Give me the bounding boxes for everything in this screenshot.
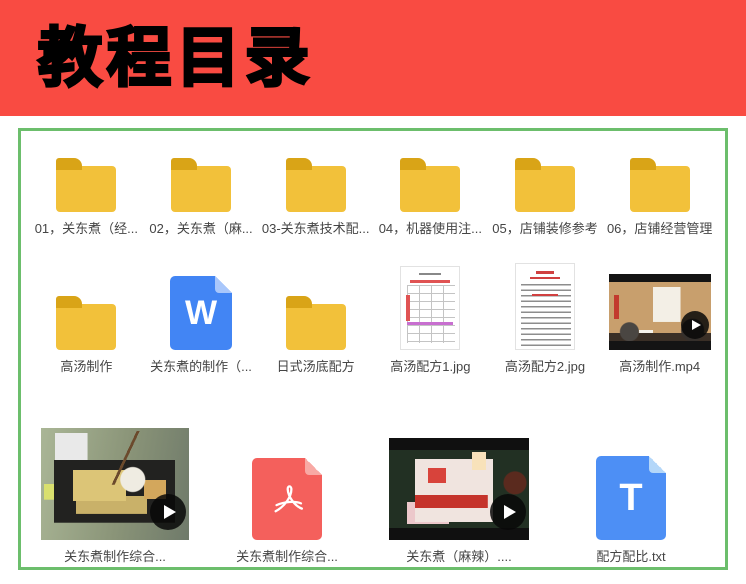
page-fold [215,276,232,293]
file-label: 关东煮制作综合... [236,549,338,565]
file-label: 高汤配方2.jpg [505,359,585,375]
play-triangle [504,505,516,519]
header-banner: 教程目录 [0,0,746,116]
file-item-folder-01[interactable]: 01，关东煮（经... [29,145,144,237]
file-label: 03-关东煮技术配... [262,221,370,237]
file-item-txt-doc[interactable]: T 配方配比.txt [545,405,717,565]
word-letter: W [185,296,217,330]
file-item-folder-gaotang[interactable]: 高汤制作 [29,263,144,375]
file-item-pdf-doc[interactable]: 关东煮制作综合... [201,405,373,565]
file-label: 高汤制作.mp4 [619,359,700,375]
word-file-icon: W [170,276,232,350]
file-label: 05，店铺装修参考 [492,221,597,237]
folder-icon [515,166,575,212]
file-item-folder-04[interactable]: 04，机器使用注... [373,145,488,237]
file-row: 关东煮制作综合... 关东煮制作综合... 关东煮（麻辣）.... T [29,405,717,565]
file-label: 关东煮制作综合... [64,549,166,565]
txt-file-icon: T [596,456,666,540]
page-fold [305,458,322,475]
video-thumbnail [609,274,711,350]
image-thumbnail [400,266,460,350]
play-icon [490,494,526,530]
file-item-jpg-recipe2[interactable]: 高汤配方2.jpg [488,263,603,375]
file-row: 01，关东煮（经... 02，关东煮（麻... 03-关东煮技术配... 04，… [29,145,717,237]
folder-icon [56,166,116,212]
file-label: 高汤配方1.jpg [390,359,470,375]
file-item-video-pan[interactable]: 关东煮制作综合... [29,405,201,565]
file-item-video-soup[interactable]: 高汤制作.mp4 [602,263,717,375]
file-label: 04，机器使用注... [379,221,482,237]
acrobat-logo-icon [266,478,308,520]
file-item-folder-02[interactable]: 02，关东煮（麻... [144,145,259,237]
folder-icon [286,166,346,212]
file-item-folder-05[interactable]: 05，店铺装修参考 [488,145,603,237]
folder-icon [630,166,690,212]
folder-icon [171,166,231,212]
file-label: 关东煮的制作（... [150,359,252,375]
file-label: 配方配比.txt [596,549,665,565]
file-item-folder-06[interactable]: 06，店铺经营管理 [602,145,717,237]
image-thumbnail [515,263,575,350]
file-item-folder-03[interactable]: 03-关东煮技术配... [258,145,373,237]
video-thumbnail [389,438,529,540]
file-row: 高汤制作 W 关东煮的制作（... 日式汤底配方 高汤配方1.jpg 高汤配方2… [29,263,717,375]
file-item-jpg-recipe1[interactable]: 高汤配方1.jpg [373,263,488,375]
folder-icon [286,304,346,350]
page-fold [649,456,666,473]
file-item-word-doc[interactable]: W 关东煮的制作（... [144,263,259,375]
page-title: 教程目录 [38,26,314,90]
play-icon [150,494,186,530]
file-item-video-package[interactable]: 关东煮（麻辣）.... [373,405,545,565]
file-label: 关东煮（麻辣）.... [406,549,511,565]
play-icon [681,311,709,339]
video-thumbnail [41,428,189,540]
file-label: 高汤制作 [60,359,112,375]
txt-letter: T [619,479,642,517]
play-triangle [692,320,701,330]
file-label: 01，关东煮（经... [35,221,138,237]
pdf-file-icon [252,458,322,540]
file-item-folder-soup-base[interactable]: 日式汤底配方 [258,263,373,375]
folder-icon [56,304,116,350]
folder-icon [400,166,460,212]
play-triangle [164,505,176,519]
file-label: 06，店铺经营管理 [607,221,712,237]
file-label: 日式汤底配方 [277,359,355,375]
file-grid-panel: 01，关东煮（经... 02，关东煮（麻... 03-关东煮技术配... 04，… [18,128,728,570]
file-label: 02，关东煮（麻... [149,221,252,237]
